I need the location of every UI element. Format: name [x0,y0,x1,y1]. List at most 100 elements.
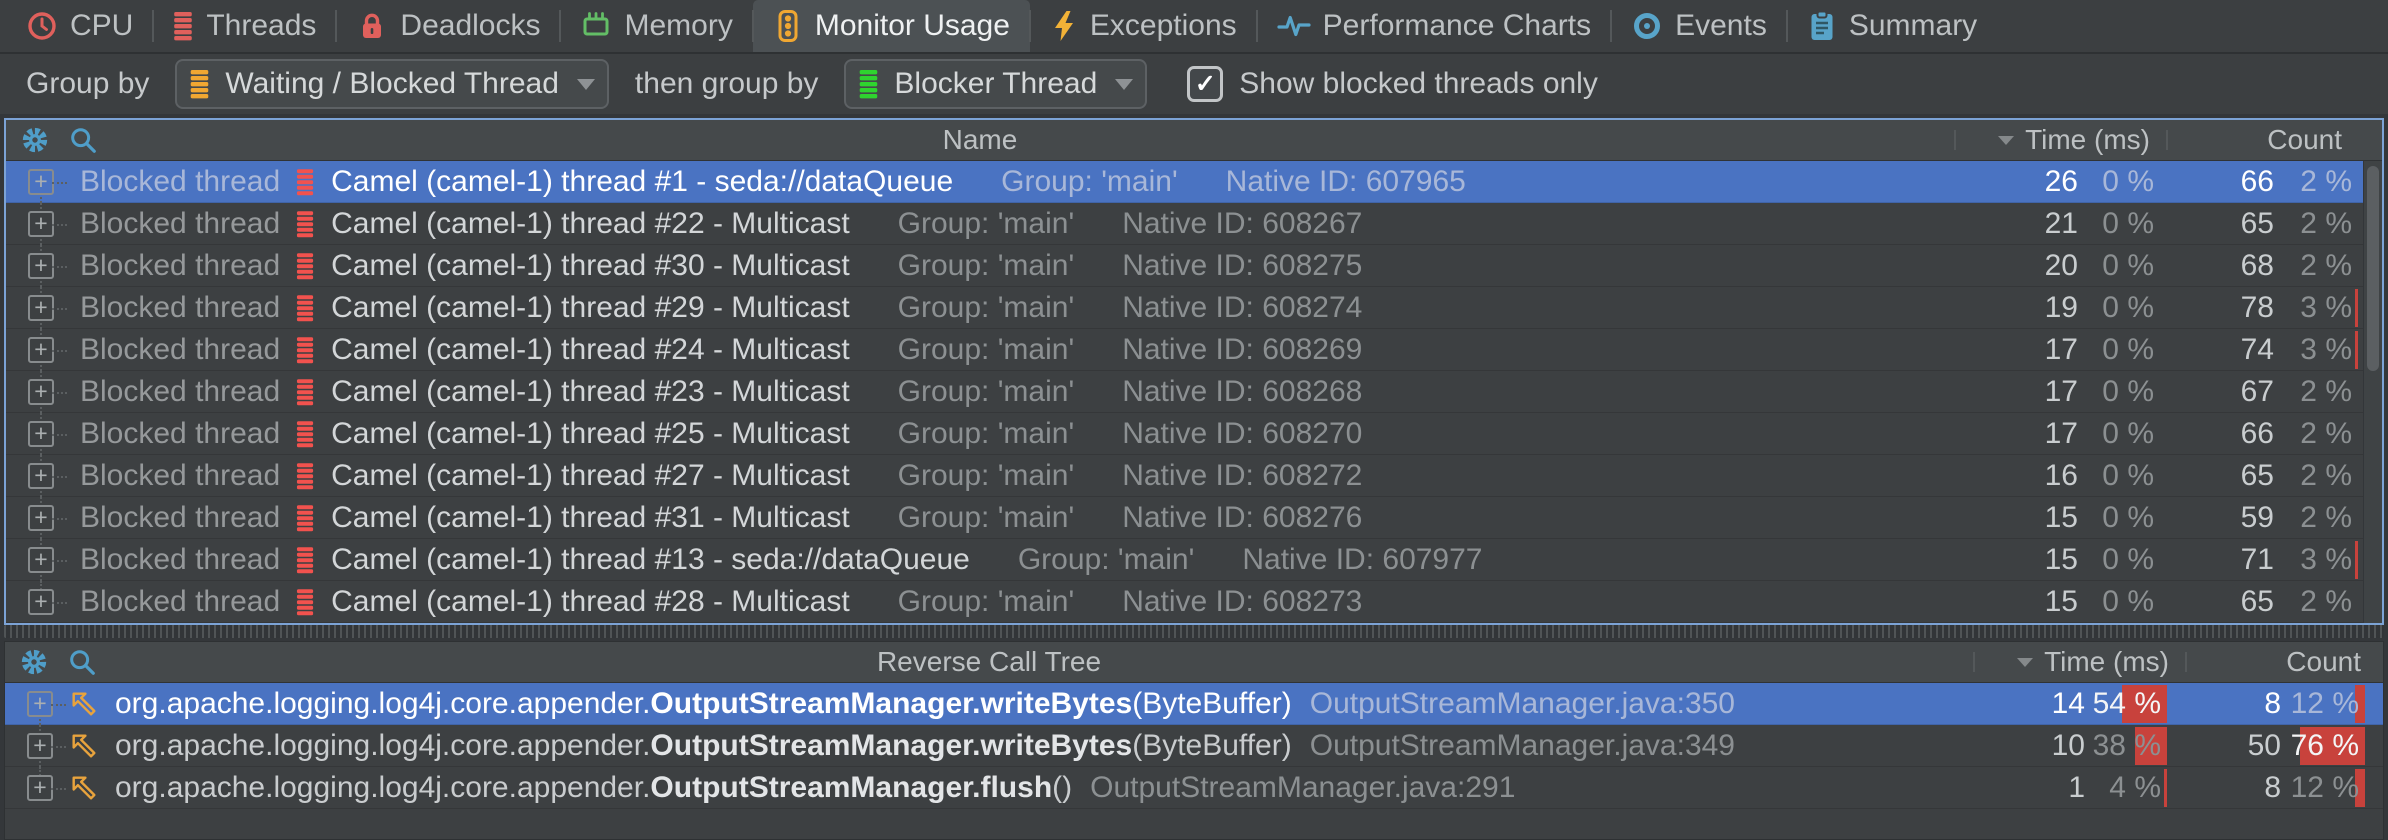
tab-performance-charts[interactable]: Performance Charts [1257,0,1611,52]
method-signature: (ByteBuffer) [1132,729,1292,763]
blocker-thread-icon [858,69,880,100]
lock-icon [356,10,388,42]
time-value: 19 [1950,291,2078,325]
thread-row[interactable]: Blocked thread Camel (camel-1) thread #1… [6,539,2382,581]
blocked-thread-icon [296,252,315,281]
column-header-name[interactable]: Reverse Call Tree [5,646,1973,678]
thread-row[interactable]: Blocked thread Camel (camel-1) thread #1… [6,161,2382,203]
thread-row[interactable]: Blocked thread Camel (camel-1) thread #2… [6,371,2382,413]
blocked-thread-icon [296,462,315,491]
call-tree-row[interactable]: org.apache.logging.log4j.core.appender.O… [5,683,2383,725]
time-percent-cell: 0 % [2078,455,2162,497]
method-package: org.apache.logging.log4j.core.appender. [115,771,650,805]
vertical-scrollbar[interactable] [2363,161,2382,623]
checkbox-icon[interactable]: ✓ [1187,66,1223,102]
thread-row[interactable]: Blocked thread Camel (camel-1) thread #2… [6,413,2382,455]
thread-native-id: Native ID: 608272 [1122,459,1362,493]
thread-group: Group: 'main' [1018,543,1195,577]
tab-cpu[interactable]: CPU [6,0,153,52]
expand-icon[interactable] [28,463,54,489]
thread-name: Camel (camel-1) thread #29 - Multicast [331,291,850,325]
call-tree-row[interactable]: org.apache.logging.log4j.core.appender.O… [5,767,2383,809]
column-header-count[interactable]: Count [2185,646,2383,678]
gear-icon[interactable] [19,647,49,677]
checkbox-label: Show blocked threads only [1239,67,1598,101]
scrollbar-thumb[interactable] [2367,166,2379,371]
expand-icon[interactable] [28,505,54,531]
expand-icon[interactable] [28,379,54,405]
tab-monitor-usage[interactable]: Monitor Usage [753,0,1030,52]
method-name: OutputStreamManager.flush [650,771,1052,805]
thread-native-id: Native ID: 608270 [1122,417,1362,451]
column-header-time[interactable]: Time (ms) [1973,646,2185,678]
row-type-label: Blocked thread [80,207,280,241]
column-header-count[interactable]: Count [2166,124,2364,156]
thread-name: Camel (camel-1) thread #23 - Multicast [331,375,850,409]
tab-events[interactable]: Events [1611,0,1787,52]
tab-deadlocks[interactable]: Deadlocks [336,0,560,52]
expand-icon[interactable] [28,169,54,195]
search-icon[interactable] [67,647,97,677]
tab-threads[interactable]: Threads [153,0,336,52]
call-tree-row[interactable]: org.apache.logging.log4j.core.appender.O… [5,725,2383,767]
thread-row[interactable]: Blocked thread Camel (camel-1) thread #3… [6,245,2382,287]
primary-grouping-value: Waiting / Blocked Thread [225,67,559,101]
time-value: 10 [1957,729,2085,763]
thread-row[interactable]: Blocked thread Camel (camel-1) thread #2… [6,329,2382,371]
column-header-time[interactable]: Time (ms) [1954,124,2166,156]
panel-splitter[interactable] [4,625,2384,638]
count-value: 66 [2162,417,2274,451]
tab-memory[interactable]: Memory [560,0,752,52]
thread-row[interactable]: Blocked thread Camel (camel-1) thread #2… [6,287,2382,329]
thread-group: Group: 'main' [898,459,1075,493]
expand-icon[interactable] [27,691,53,717]
count-value: 8 [2169,687,2281,721]
count-value: 74 [2162,333,2274,367]
expand-icon[interactable] [28,337,54,363]
time-percent-cell: 0 % [2078,413,2162,455]
expand-icon[interactable] [28,253,54,279]
time-percent-cell: 4 % [2085,767,2169,809]
expand-icon[interactable] [28,211,54,237]
thread-row[interactable]: Blocked thread Camel (camel-1) thread #2… [6,581,2382,623]
expand-icon[interactable] [28,547,54,573]
column-header-name[interactable]: Name [6,124,1954,156]
lightning-icon [1050,10,1078,42]
secondary-grouping-value: Blocker Thread [894,67,1097,101]
search-icon[interactable] [68,125,98,155]
traffic-light-icon [773,10,803,42]
waiting-thread-icon [189,69,211,100]
gear-icon[interactable] [20,125,50,155]
time-percent-cell: 0 % [2078,581,2162,623]
thread-row[interactable]: Blocked thread Camel (camel-1) thread #3… [6,497,2382,539]
expand-icon[interactable] [28,421,54,447]
thread-row[interactable]: Blocked thread Camel (camel-1) thread #2… [6,455,2382,497]
time-value: 17 [1950,375,2078,409]
thread-row[interactable]: Blocked thread Camel (camel-1) thread #2… [6,203,2382,245]
blocked-thread-icon [296,378,315,407]
secondary-grouping-dropdown[interactable]: Blocker Thread [844,59,1147,109]
time-percent-cell: 0 % [2078,539,2162,581]
thread-native-id: Native ID: 607977 [1242,543,1482,577]
eye-icon [1631,10,1663,42]
show-blocked-toggle[interactable]: ✓ Show blocked threads only [1187,66,1598,102]
reverse-call-tree-rows: org.apache.logging.log4j.core.appender.O… [5,683,2383,809]
expand-icon[interactable] [27,775,53,801]
count-value: 50 [2169,729,2281,763]
expand-icon[interactable] [28,589,54,615]
expand-icon[interactable] [27,733,53,759]
tab-summary[interactable]: Summary [1787,0,1997,52]
blocked-thread-icon [296,546,315,575]
time-percent-cell: 0 % [2078,497,2162,539]
chevron-down-icon [577,79,595,99]
expand-icon[interactable] [28,295,54,321]
tab-exceptions[interactable]: Exceptions [1030,0,1257,52]
primary-grouping-dropdown[interactable]: Waiting / Blocked Thread [175,59,609,109]
source-location: OutputStreamManager.java:291 [1090,771,1515,805]
count-percent-cell: 3 % [2274,539,2360,581]
count-value: 71 [2162,543,2274,577]
thread-name: Camel (camel-1) thread #31 - Multicast [331,501,850,535]
time-value: 26 [1950,165,2078,199]
thread-group: Group: 'main' [898,291,1075,325]
source-location: OutputStreamManager.java:350 [1310,687,1735,721]
